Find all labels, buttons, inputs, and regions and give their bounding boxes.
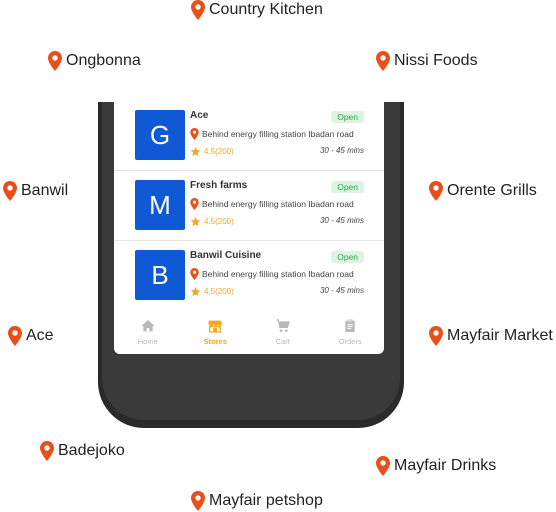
star-icon: [190, 216, 201, 227]
map-label-text: Nissi Foods: [394, 52, 478, 69]
map-label-ongbonna[interactable]: Ongbonna: [48, 51, 141, 71]
delivery-time: 30 - 45 mins: [319, 216, 364, 225]
map-label-text: Mayfair petshop: [209, 492, 323, 509]
tab-label: Cart: [275, 337, 290, 346]
map-label-text: Banwil: [21, 182, 69, 199]
status-badge: Open: [331, 181, 364, 193]
map-label-banwil[interactable]: Banwil: [3, 181, 68, 201]
store-avatar: G: [135, 110, 185, 160]
location-pin-icon: [8, 326, 22, 346]
tab-home[interactable]: Home: [118, 318, 178, 346]
rating-text: 4.5(200): [204, 287, 234, 296]
store-avatar: M: [135, 180, 185, 230]
location-pin-icon: [40, 441, 54, 461]
tab-cart[interactable]: Cart: [253, 318, 313, 346]
phone-screen: G Ace Open Behind energy filling station…: [114, 102, 384, 354]
rating-text: 4.5(200): [204, 217, 234, 226]
store-list-item[interactable]: G Ace Open Behind energy filling station…: [114, 102, 384, 171]
store-address-text: Behind energy filling station Ibadan roa…: [202, 269, 354, 279]
store-rating: 4.5(200): [190, 286, 234, 297]
status-badge: Open: [331, 111, 364, 123]
store-rating: 4.5(200): [190, 216, 234, 227]
map-label-nissi-foods[interactable]: Nissi Foods: [376, 51, 478, 71]
map-label-text: Badejoko: [58, 442, 125, 459]
tab-label: Home: [137, 337, 158, 346]
store-name: Banwil Cuisine: [190, 250, 262, 261]
location-pin-icon: [48, 51, 62, 71]
bottom-tab-bar: Home Stores Cart Orders: [114, 310, 384, 354]
store-list-item[interactable]: M Fresh farms Open Behind energy filling…: [114, 172, 384, 241]
status-badge: Open: [331, 251, 364, 263]
store-list-item[interactable]: B Banwil Cuisine Open Behind energy fill…: [114, 242, 384, 311]
location-pin-icon: [190, 128, 199, 140]
cart-icon: [276, 319, 290, 332]
map-label-text: Country Kitchen: [209, 1, 323, 18]
map-label-text: Mayfair Market: [447, 327, 553, 344]
map-label-mayfair-market[interactable]: Mayfair Market: [429, 326, 553, 346]
map-label-orente-grills[interactable]: Orente Grills: [429, 181, 537, 201]
location-pin-icon: [376, 456, 390, 476]
store-avatar: B: [135, 250, 185, 300]
store-name: Fresh farms: [190, 180, 248, 191]
location-pin-icon: [190, 268, 199, 280]
delivery-time: 30 - 45 mins: [319, 146, 364, 155]
tab-label: Stores: [203, 337, 227, 346]
map-label-mayfair-drinks[interactable]: Mayfair Drinks: [376, 456, 496, 476]
tab-label: Orders: [338, 337, 362, 346]
map-label-mayfair-petshop[interactable]: Mayfair petshop: [191, 491, 323, 511]
star-icon: [190, 286, 201, 297]
store-address: Behind energy filling station Ibadan roa…: [190, 128, 354, 140]
location-pin-icon: [376, 51, 390, 71]
tab-orders[interactable]: Orders: [320, 318, 380, 346]
location-pin-icon: [3, 181, 17, 201]
store-address-text: Behind energy filling station Ibadan roa…: [202, 129, 354, 139]
location-pin-icon: [429, 181, 443, 201]
store-address: Behind energy filling station Ibadan roa…: [190, 198, 354, 210]
tab-stores[interactable]: Stores: [185, 318, 245, 346]
rating-text: 4.5(200): [204, 147, 234, 156]
store-name: Ace: [190, 110, 209, 121]
map-label-text: Ace: [26, 327, 54, 344]
map-label-badejoko[interactable]: Badejoko: [40, 441, 125, 461]
map-label-text: Mayfair Drinks: [394, 457, 497, 474]
map-label-text: Orente Grills: [447, 182, 537, 199]
store-icon: [208, 320, 222, 333]
map-label-country-kitchen[interactable]: Country Kitchen: [191, 0, 323, 20]
map-label-ace[interactable]: Ace: [8, 326, 54, 346]
location-pin-icon: [190, 198, 199, 210]
store-address: Behind energy filling station Ibadan roa…: [190, 268, 354, 280]
orders-icon: [345, 319, 355, 332]
store-rating: 4.5(200): [190, 146, 234, 157]
map-label-text: Ongbonna: [66, 52, 141, 69]
star-icon: [190, 146, 201, 157]
home-icon: [141, 320, 155, 332]
location-pin-icon: [191, 491, 205, 511]
delivery-time: 30 - 45 mins: [319, 286, 364, 295]
location-pin-icon: [191, 0, 205, 20]
location-pin-icon: [429, 326, 443, 346]
store-address-text: Behind energy filling station Ibadan roa…: [202, 199, 354, 209]
